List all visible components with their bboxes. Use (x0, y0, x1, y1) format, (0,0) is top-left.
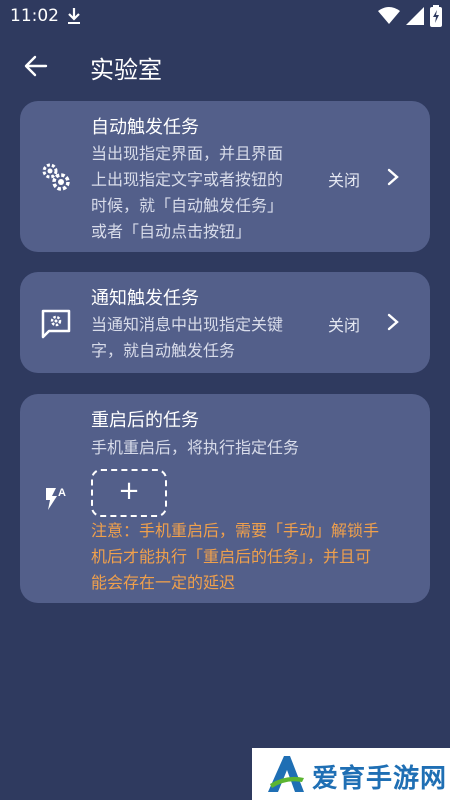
status-icons (378, 5, 442, 27)
battery-icon (430, 5, 442, 27)
card-description: 当出现指定界面，并且界面 上出现指定文字或者按钮的 时候，就「自动触发任务」 或… (91, 141, 283, 245)
notification-settings-icon (41, 309, 71, 339)
signal-icon (406, 7, 424, 25)
warning-line: 机后才能执行「重启后的任务」，并且可 (91, 547, 372, 566)
status-label: 关闭 (327, 316, 360, 335)
gears-icon (42, 163, 70, 191)
desc-line: 字，就自动触发任务 (91, 341, 236, 360)
warning-text: 注意：手机重启后，需要「手动」解锁手 机后才能执行「重启后的任务」，并且可 能会… (91, 518, 411, 596)
card-title: 自动触发任务 (91, 117, 199, 138)
chevron-right-icon (387, 313, 399, 331)
desc-line: 当出现指定界面，并且界面 (91, 144, 284, 163)
warning-line: 注意：手机重启后，需要「手动」解锁手 (91, 521, 380, 540)
desc-line: 或者「自动点击按钮」 (91, 222, 252, 241)
card-title: 通知触发任务 (91, 288, 199, 309)
warning-line: 能会存在一定的延迟 (91, 573, 236, 592)
watermark-logo-icon (268, 756, 304, 792)
auto-trigger-task-card[interactable]: 自动触发任务 当出现指定界面，并且界面 上出现指定文字或者按钮的 时候，就「自动… (20, 101, 430, 252)
status-time: 11:02 (10, 6, 59, 26)
desc-line: 上出现指定文字或者按钮的 (91, 170, 284, 189)
add-task-button[interactable]: + (91, 469, 167, 517)
plus-icon: + (118, 476, 140, 506)
status-bar: 11:02 (0, 0, 450, 32)
app-bar: 实验室 (0, 40, 450, 96)
download-icon (68, 8, 80, 24)
page-title: 实验室 (90, 56, 162, 84)
watermark: 爱育手游网 (252, 748, 450, 800)
flash-auto-icon: A (46, 487, 66, 510)
reboot-task-card: A 重启后的任务 手机重启后，将执行指定任务 + 注意：手机重启后，需要「手动」… (20, 394, 430, 603)
desc-line: 时候，就「自动触发任务」 (91, 196, 284, 215)
status-label: 关闭 (327, 171, 360, 190)
card-title: 重启后的任务 (91, 410, 199, 431)
desc-line: 当通知消息中出现指定关键 (91, 315, 284, 334)
watermark-text: 爱育手游网 (312, 764, 448, 794)
card-description: 手机重启后，将执行指定任务 (91, 438, 300, 457)
wifi-icon (378, 7, 400, 24)
chevron-right-icon (387, 168, 399, 186)
card-description: 当通知消息中出现指定关键 字，就自动触发任务 (91, 312, 283, 364)
notification-trigger-task-card[interactable]: 通知触发任务 当通知消息中出现指定关键 字，就自动触发任务 关闭 (20, 272, 430, 373)
back-arrow-icon[interactable] (22, 52, 50, 80)
svg-text:A: A (58, 487, 66, 499)
